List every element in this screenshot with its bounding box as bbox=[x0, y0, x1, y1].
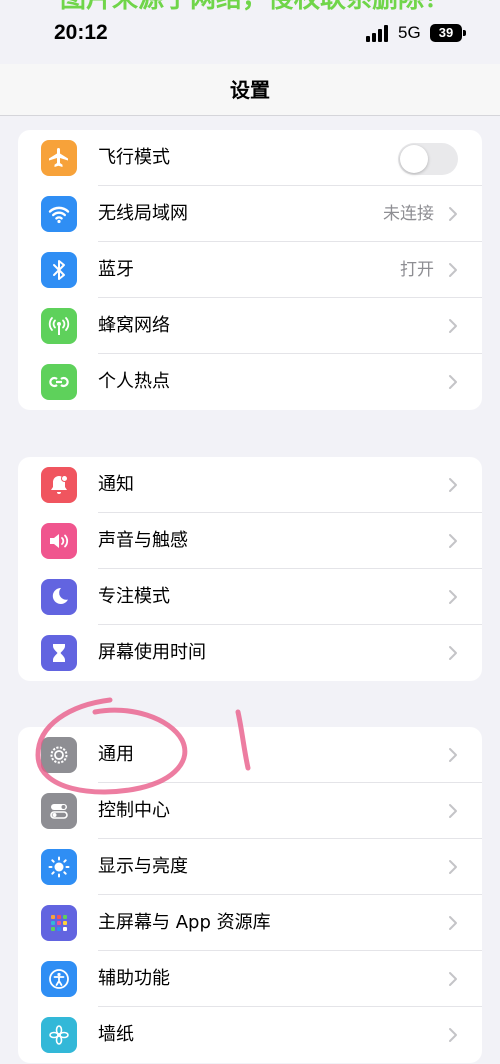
settings-row-airplane-mode[interactable]: 飞行模式 bbox=[18, 130, 482, 186]
settings-group-general: 通用 控制中心 显示与亮度 主屏幕与 App 资源库 辅助功能 墙纸 bbox=[18, 727, 482, 1063]
speaker-icon bbox=[41, 523, 77, 559]
bell-icon bbox=[41, 467, 77, 503]
status-bar: 20:12 5G 39 bbox=[0, 0, 500, 64]
row-label: 声音与触感 bbox=[98, 530, 188, 551]
settings-row-general[interactable]: 通用 bbox=[18, 727, 482, 783]
settings-row-wallpaper[interactable]: 墙纸 bbox=[18, 1007, 482, 1063]
settings-row-screen-time[interactable]: 屏幕使用时间 bbox=[18, 625, 482, 681]
app-grid-icon bbox=[41, 905, 77, 941]
accessibility-icon bbox=[41, 961, 77, 997]
hourglass-icon bbox=[41, 635, 77, 671]
toggles-icon bbox=[41, 793, 77, 829]
settings-row-hotspot[interactable]: 个人热点 bbox=[18, 354, 482, 410]
signal-icon bbox=[366, 24, 392, 42]
wifi-status: 未连接 bbox=[383, 204, 434, 224]
row-label: 主屏幕与 App 资源库 bbox=[98, 912, 271, 933]
chevron-right-icon bbox=[449, 207, 457, 221]
row-label: 蜂窝网络 bbox=[98, 315, 170, 336]
sun-icon bbox=[41, 849, 77, 885]
bluetooth-icon bbox=[41, 252, 77, 288]
gear-icon bbox=[41, 737, 77, 773]
chevron-right-icon bbox=[449, 1028, 457, 1042]
row-label: 屏幕使用时间 bbox=[98, 642, 206, 663]
cellular-icon bbox=[41, 308, 77, 344]
settings-row-home-screen[interactable]: 主屏幕与 App 资源库 bbox=[18, 895, 482, 951]
moon-icon bbox=[41, 579, 77, 615]
settings-row-accessibility[interactable]: 辅助功能 bbox=[18, 951, 482, 1007]
airplane-icon bbox=[41, 140, 77, 176]
settings-group-connectivity: 飞行模式 无线局域网 未连接 蓝牙 打开 蜂窝网络 个人热点 bbox=[18, 130, 482, 410]
airplane-mode-toggle[interactable] bbox=[398, 143, 458, 175]
status-time: 20:12 bbox=[54, 21, 108, 44]
chevron-right-icon bbox=[449, 590, 457, 604]
chevron-right-icon bbox=[449, 375, 457, 389]
row-label: 控制中心 bbox=[98, 800, 170, 821]
row-label: 辅助功能 bbox=[98, 968, 170, 989]
page-title: 设置 bbox=[0, 64, 500, 116]
settings-group-notifications: 通知 声音与触感 专注模式 屏幕使用时间 bbox=[18, 457, 482, 681]
row-label: 个人热点 bbox=[98, 371, 170, 392]
settings-row-wifi[interactable]: 无线局域网 未连接 bbox=[18, 186, 482, 242]
chevron-right-icon bbox=[449, 972, 457, 986]
bluetooth-status: 打开 bbox=[400, 260, 434, 280]
settings-row-notifications[interactable]: 通知 bbox=[18, 457, 482, 513]
settings-row-cellular[interactable]: 蜂窝网络 bbox=[18, 298, 482, 354]
battery-icon: 39 bbox=[430, 24, 466, 42]
settings-row-control-center[interactable]: 控制中心 bbox=[18, 783, 482, 839]
flower-icon bbox=[41, 1017, 77, 1053]
settings-row-bluetooth[interactable]: 蓝牙 打开 bbox=[18, 242, 482, 298]
wifi-icon bbox=[41, 196, 77, 232]
hotspot-icon bbox=[41, 364, 77, 400]
chevron-right-icon bbox=[449, 263, 457, 277]
row-label: 蓝牙 bbox=[98, 259, 134, 280]
chevron-right-icon bbox=[449, 478, 457, 492]
row-label: 飞行模式 bbox=[98, 147, 170, 168]
chevron-right-icon bbox=[449, 646, 457, 660]
row-label: 通用 bbox=[98, 744, 134, 765]
row-label: 显示与亮度 bbox=[98, 856, 188, 877]
row-label: 专注模式 bbox=[98, 586, 170, 607]
settings-row-sounds[interactable]: 声音与触感 bbox=[18, 513, 482, 569]
chevron-right-icon bbox=[449, 534, 457, 548]
chevron-right-icon bbox=[449, 916, 457, 930]
settings-row-focus[interactable]: 专注模式 bbox=[18, 569, 482, 625]
chevron-right-icon bbox=[449, 860, 457, 874]
settings-row-display[interactable]: 显示与亮度 bbox=[18, 839, 482, 895]
row-label: 无线局域网 bbox=[98, 203, 188, 224]
row-label: 通知 bbox=[98, 474, 134, 495]
network-type: 5G bbox=[398, 23, 421, 42]
chevron-right-icon bbox=[449, 748, 457, 762]
chevron-right-icon bbox=[449, 804, 457, 818]
chevron-right-icon bbox=[449, 319, 457, 333]
row-label: 墙纸 bbox=[98, 1024, 134, 1045]
